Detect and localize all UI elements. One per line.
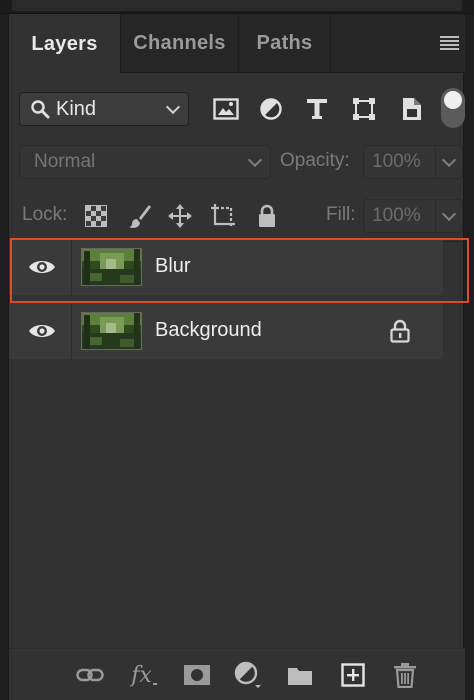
new-layer-icon[interactable] (338, 661, 368, 689)
filter-kind-label: Kind (56, 97, 97, 120)
thumb-separator (71, 303, 142, 359)
lock-all-icon[interactable] (253, 202, 281, 230)
opacity-value: 100% (364, 146, 436, 178)
panel-bottom-bar: fx (9, 648, 465, 700)
adjustment-layer-icon[interactable] (233, 661, 263, 689)
panel-dock-bar (12, 0, 462, 11)
smart-object-filter-icon[interactable] (397, 94, 427, 124)
top-strip (0, 0, 474, 14)
tab-paths[interactable]: Paths (239, 14, 331, 73)
lock-label: Lock: (22, 204, 68, 225)
shape-filter-icon[interactable] (349, 94, 379, 124)
layer-name[interactable]: Background (155, 319, 262, 342)
fill-field[interactable]: 100% (363, 199, 463, 233)
chevron-down-icon (441, 152, 457, 167)
type-filter-icon[interactable] (302, 94, 332, 124)
add-mask-icon[interactable] (182, 661, 212, 689)
layers-panel: Layers Channels Paths Kind Normal Opacit… (8, 14, 469, 700)
new-group-folder-icon[interactable] (285, 661, 315, 689)
layer-row-blur[interactable]: Blur (9, 239, 443, 295)
eye-visibility-icon[interactable] (27, 255, 57, 279)
adjustment-filter-icon[interactable] (256, 94, 286, 124)
layer-thumbnail (81, 248, 142, 286)
link-layers-icon[interactable] (75, 661, 105, 689)
pixel-filter-icon[interactable] (211, 94, 241, 124)
fill-label: Fill: (326, 204, 356, 225)
chevron-down-icon (441, 206, 457, 221)
chevron-down-icon (165, 99, 181, 114)
lock-artboard-icon[interactable] (209, 202, 237, 230)
opacity-label: Opacity: (280, 150, 350, 171)
filter-toggle-switch[interactable] (441, 88, 465, 128)
layer-row-background[interactable]: Background (9, 303, 443, 359)
layer-thumbnail (81, 312, 142, 350)
panel-menu-icon[interactable] (440, 36, 459, 50)
fx-icon[interactable]: fx (129, 661, 159, 689)
opacity-field[interactable]: 100% (363, 145, 463, 179)
lock-position-move-icon[interactable] (166, 202, 194, 230)
filter-kind-select[interactable]: Kind (19, 92, 189, 126)
toggle-knob (444, 91, 462, 109)
lock-image-pixels-brush-icon[interactable] (126, 202, 154, 230)
panel-tabs: Layers Channels Paths (9, 14, 465, 74)
chevron-down-icon (247, 152, 263, 167)
blend-mode-select[interactable]: Normal (19, 145, 271, 179)
layer-name[interactable]: Blur (155, 255, 191, 278)
tab-layers[interactable]: Layers (9, 14, 121, 74)
tab-channels[interactable]: Channels (121, 14, 239, 73)
search-icon (30, 99, 50, 119)
thumb-separator (71, 239, 142, 295)
trash-icon[interactable] (390, 661, 420, 689)
fill-value: 100% (364, 200, 436, 232)
blend-mode-label: Normal (34, 151, 96, 172)
eye-visibility-icon[interactable] (27, 319, 57, 343)
lock-icon[interactable] (389, 319, 411, 343)
lock-transparent-pixels-icon[interactable] (82, 202, 110, 230)
